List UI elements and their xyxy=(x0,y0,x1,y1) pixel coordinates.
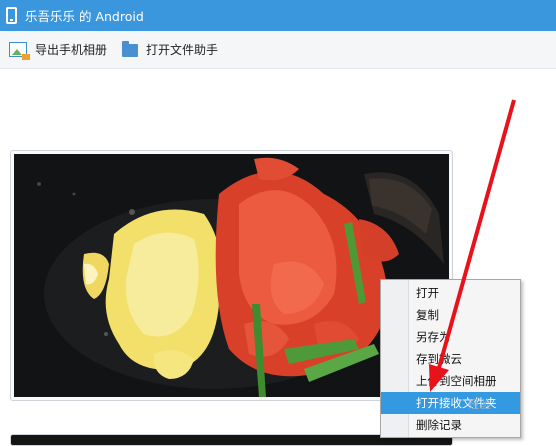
red-arrow-annotation xyxy=(429,99,516,392)
watermark: 经验 xyxy=(468,398,492,411)
